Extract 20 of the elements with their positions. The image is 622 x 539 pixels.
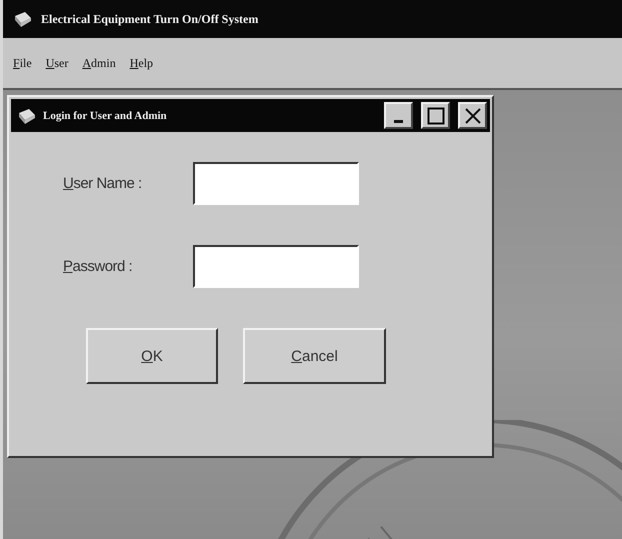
cancel-button[interactable]: Cancel [243,328,386,384]
minimize-icon [394,120,403,123]
menu-item[interactable]: Help [130,56,154,70]
field-label: Password : [63,258,134,275]
computer-icon [17,106,37,124]
input-field[interactable] [193,245,359,288]
menu-item[interactable]: User [46,56,68,70]
maximize-button[interactable] [421,102,450,129]
field-label: User Name : [63,175,143,192]
minimize-button[interactable] [384,102,413,129]
close-icon [464,106,482,124]
window-title: Electrical Equipment Turn On/Off System [41,12,258,26]
computer-icon [13,10,33,28]
input-field[interactable] [193,162,359,205]
menu-item[interactable]: File [13,56,32,70]
ok-button[interactable]: OK [86,328,218,384]
menu-item[interactable]: Admin [82,56,116,70]
close-button[interactable] [458,102,487,129]
dialog-title: Login for User and Admin [43,110,168,122]
maximize-icon [426,106,444,124]
